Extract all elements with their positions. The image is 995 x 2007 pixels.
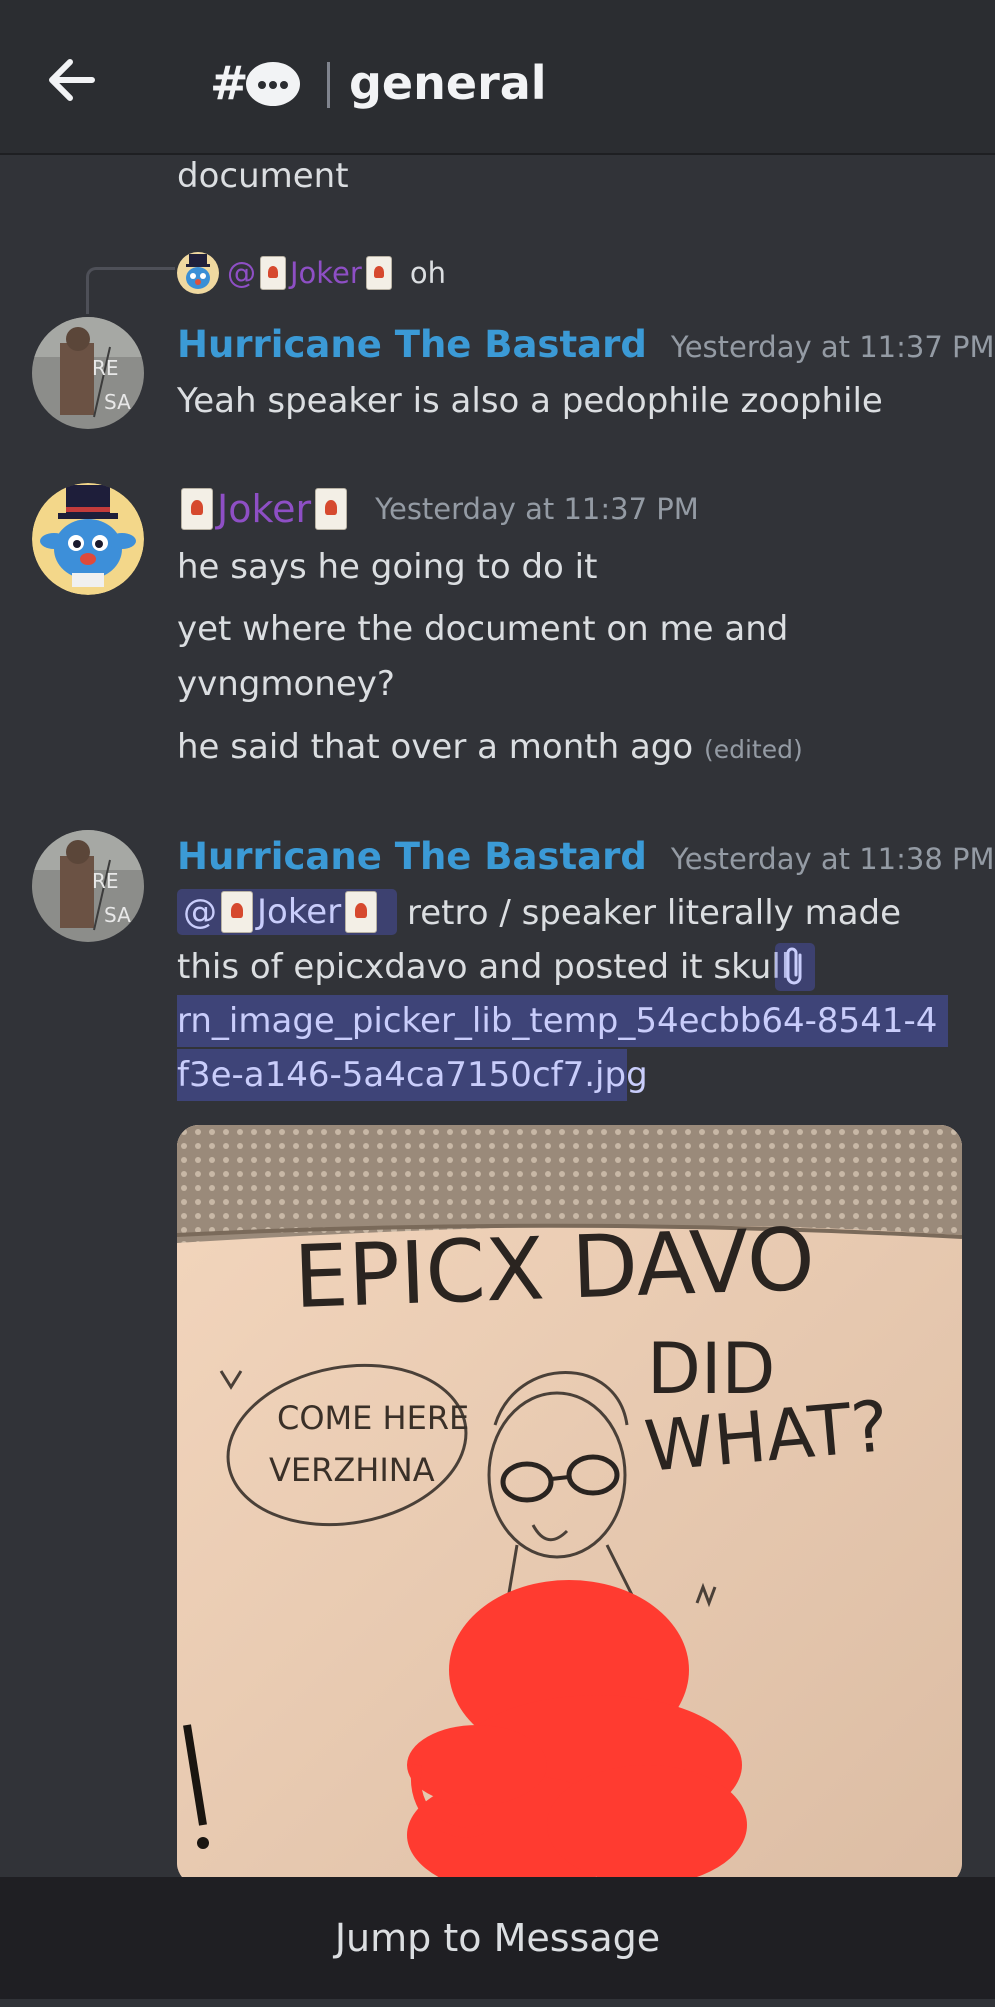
attachment-photo: EPICX DAVO DID WHAT? COME HERE VERZHINA [177,1125,962,1877]
message-timestamp: Yesterday at 11:37 PM [375,492,699,526]
speech-bubble-text: VERZHINA [269,1451,435,1489]
playing-card-icon [345,891,378,933]
thread-bubble-icon [246,62,300,106]
joker-mini-avatar-icon [177,252,219,294]
edited-label: (edited) [703,735,803,764]
avatar-text: RE [92,356,119,380]
message-timestamp: Yesterday at 11:37 PM [670,330,995,364]
message-list[interactable]: document @ Joker oh RE SA Hurricane The [0,155,995,1877]
image-attachment[interactable]: EPICX DAVO DID WHAT? COME HERE VERZHINA [177,1125,962,1877]
message-text: he said that over a month ago (edited) [177,726,803,771]
hurricane-avatar-icon: RE SA [32,830,144,942]
avatar-text: SA [104,390,131,414]
user-mention[interactable]: @ Joker [177,889,397,935]
reply-mention-at: @ [227,256,256,290]
mention-at: @ [183,892,217,932]
channel-header: # general [0,0,995,155]
author-name[interactable]: Hurricane The Bastard [177,835,647,878]
message-continuation: document [177,156,349,196]
image-title-text: EPICX DAVO [292,1210,816,1328]
channel-name[interactable]: general [349,56,547,110]
attachment-link[interactable]: f3e-a146-5a4ca7150cf7.jpg [177,1049,648,1101]
playing-card-icon [181,488,213,530]
playing-card-icon [221,891,253,933]
reply-reference[interactable]: @ Joker oh [177,251,446,295]
author-name[interactable]: Hurricane The Bastard [177,323,647,366]
message-text: yvngmoney? [177,664,395,704]
message-header: Hurricane The Bastard Yesterday at 11:38… [177,835,995,878]
reply-mention-name: Joker [290,256,362,290]
paperclip-glyph [786,947,802,985]
message-header: Hurricane The Bastard Yesterday at 11:37… [177,323,995,366]
message-text: yet where the document on me and [177,609,789,649]
reply-connector [86,267,175,314]
jump-to-message-label: Jump to Message [334,1916,661,1960]
mention-name: Joker [257,892,342,932]
message-text: Yeah speaker is also a pedophile zoophil… [177,381,883,421]
hurricane-avatar-icon: RE SA [32,317,144,429]
message-timestamp: Yesterday at 11:38 PM [670,842,995,876]
back-arrow-icon[interactable] [40,48,104,112]
message-header: Joker Yesterday at 11:37 PM [177,487,699,531]
author-name[interactable]: Joker [217,487,311,531]
header-divider [327,62,330,108]
playing-card-icon [315,488,348,530]
speech-bubble-text: COME HERE [277,1399,469,1437]
playing-card-icon [365,256,392,290]
attachment-link[interactable]: rn_image_picker_lib_temp_54ecbb64-8541-4 [177,995,948,1047]
avatar[interactable]: RE SA [32,830,144,942]
message-text: retro / speaker literally made [407,893,902,933]
playing-card-icon [260,256,286,290]
message-text-content: he said that over a month ago [177,727,694,767]
jump-to-message-button[interactable]: Jump to Message [0,1877,995,1999]
avatar-text: RE [92,869,119,893]
message-text: this of epicxdavo and posted it skull [177,947,791,987]
message-text: he says he going to do it [177,547,598,587]
channel-hash-icon: # [210,56,249,110]
avatar-text: SA [104,903,131,927]
reply-preview-text: oh [409,256,446,290]
avatar[interactable]: RE SA [32,317,144,429]
avatar[interactable] [32,483,144,595]
joker-avatar-icon [32,483,144,595]
paperclip-icon[interactable] [775,943,815,991]
